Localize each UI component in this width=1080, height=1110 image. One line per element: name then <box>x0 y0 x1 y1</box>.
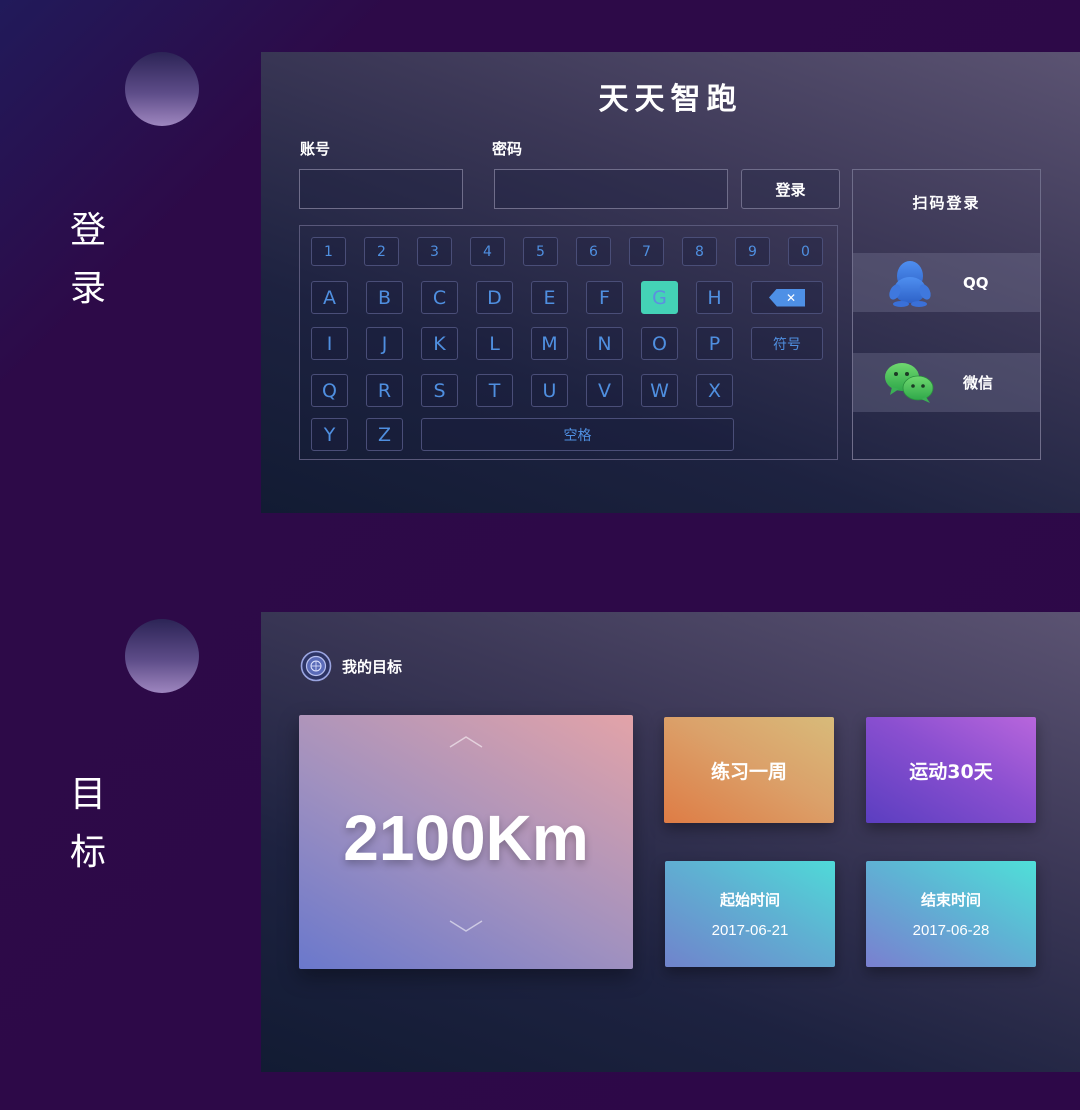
qq-penguin-icon <box>889 261 931 307</box>
wechat-login-option[interactable]: 微信 <box>853 353 1040 412</box>
key-u[interactable]: U <box>531 374 568 407</box>
key-z[interactable]: Z <box>366 418 403 451</box>
key-4[interactable]: 4 <box>470 237 505 266</box>
login-orb-decoration <box>125 52 199 126</box>
practice-week-card[interactable]: 练习一周 <box>664 717 834 823</box>
backspace-key[interactable]: ✕ <box>751 281 823 314</box>
key-7[interactable]: 7 <box>629 237 664 266</box>
start-time-label: 起始时间 <box>719 891 780 909</box>
login-panel: 天天智跑 账号 密码 登录 1 2 3 4 5 6 7 8 9 0 A B C … <box>261 52 1080 513</box>
key-p[interactable]: P <box>696 327 733 360</box>
key-8[interactable]: 8 <box>682 237 717 266</box>
distance-value: 2100Km <box>343 802 589 874</box>
key-c[interactable]: C <box>421 281 458 314</box>
practice-week-label: 练习一周 <box>710 760 787 783</box>
distance-card[interactable]: 2100Km <box>299 715 633 969</box>
key-o[interactable]: O <box>641 327 678 360</box>
key-q[interactable]: Q <box>311 374 348 407</box>
end-time-date: 2017-06-28 <box>912 922 990 939</box>
key-9[interactable]: 9 <box>735 237 770 266</box>
password-label: 密码 <box>492 140 523 158</box>
key-n[interactable]: N <box>586 327 623 360</box>
key-h[interactable]: H <box>696 281 733 314</box>
key-w[interactable]: W <box>641 374 678 407</box>
space-key[interactable]: 空格 <box>421 418 734 451</box>
target-orb-decoration <box>125 619 199 693</box>
key-s[interactable]: S <box>421 374 458 407</box>
login-button[interactable]: 登录 <box>741 169 840 209</box>
exercise-days-label: 运动30天 <box>909 760 993 783</box>
chevron-down-icon[interactable] <box>449 919 483 933</box>
key-i[interactable]: I <box>311 327 348 360</box>
backspace-icon: ✕ <box>769 288 805 307</box>
key-l[interactable]: L <box>476 327 513 360</box>
exercise-days-card[interactable]: 运动30天 <box>866 717 1036 823</box>
target-panel: 我的目标 2100Km 练习一周 运动30天 起始时间 2017-06-21 结… <box>261 612 1080 1072</box>
key-m[interactable]: M <box>531 327 568 360</box>
chevron-up-icon[interactable] <box>449 735 483 749</box>
wechat-icon <box>885 363 934 403</box>
key-a[interactable]: A <box>311 281 348 314</box>
key-k[interactable]: K <box>421 327 458 360</box>
start-time-date: 2017-06-21 <box>711 922 789 939</box>
password-input[interactable] <box>494 169 728 209</box>
goal-header-title: 我的目标 <box>342 657 403 676</box>
start-time-card[interactable]: 起始时间 2017-06-21 <box>665 861 835 967</box>
key-j[interactable]: J <box>366 327 403 360</box>
key-e[interactable]: E <box>531 281 568 314</box>
key-5[interactable]: 5 <box>523 237 558 266</box>
key-6[interactable]: 6 <box>576 237 611 266</box>
key-b[interactable]: B <box>366 281 403 314</box>
qq-label: QQ <box>963 273 989 292</box>
symbol-key[interactable]: 符号 <box>751 327 823 360</box>
virtual-keyboard: 1 2 3 4 5 6 7 8 9 0 A B C D E F G H ✕ I … <box>299 225 838 460</box>
scan-login-box: 扫码登录 QQ 微信 <box>852 169 1041 460</box>
section-label-target: 目标 <box>69 774 106 873</box>
wechat-label: 微信 <box>963 374 994 392</box>
key-x[interactable]: X <box>696 374 733 407</box>
account-input[interactable] <box>299 169 463 209</box>
key-1[interactable]: 1 <box>311 237 346 266</box>
goal-header: 我的目标 <box>300 650 402 682</box>
key-g-active[interactable]: G <box>641 281 678 314</box>
app-title: 天天智跑 <box>598 82 743 117</box>
scan-login-title: 扫码登录 <box>912 194 981 212</box>
key-d[interactable]: D <box>476 281 513 314</box>
key-t[interactable]: T <box>476 374 513 407</box>
key-v[interactable]: V <box>586 374 623 407</box>
end-time-card[interactable]: 结束时间 2017-06-28 <box>866 861 1036 967</box>
qq-login-option[interactable]: QQ <box>853 253 1040 312</box>
key-2[interactable]: 2 <box>364 237 399 266</box>
section-label-login: 登录 <box>69 210 106 309</box>
key-3[interactable]: 3 <box>417 237 452 266</box>
account-label: 账号 <box>300 140 331 158</box>
key-y[interactable]: Y <box>311 418 348 451</box>
key-r[interactable]: R <box>366 374 403 407</box>
key-0[interactable]: 0 <box>788 237 823 266</box>
target-icon <box>300 650 332 682</box>
end-time-label: 结束时间 <box>920 891 981 909</box>
key-f[interactable]: F <box>586 281 623 314</box>
